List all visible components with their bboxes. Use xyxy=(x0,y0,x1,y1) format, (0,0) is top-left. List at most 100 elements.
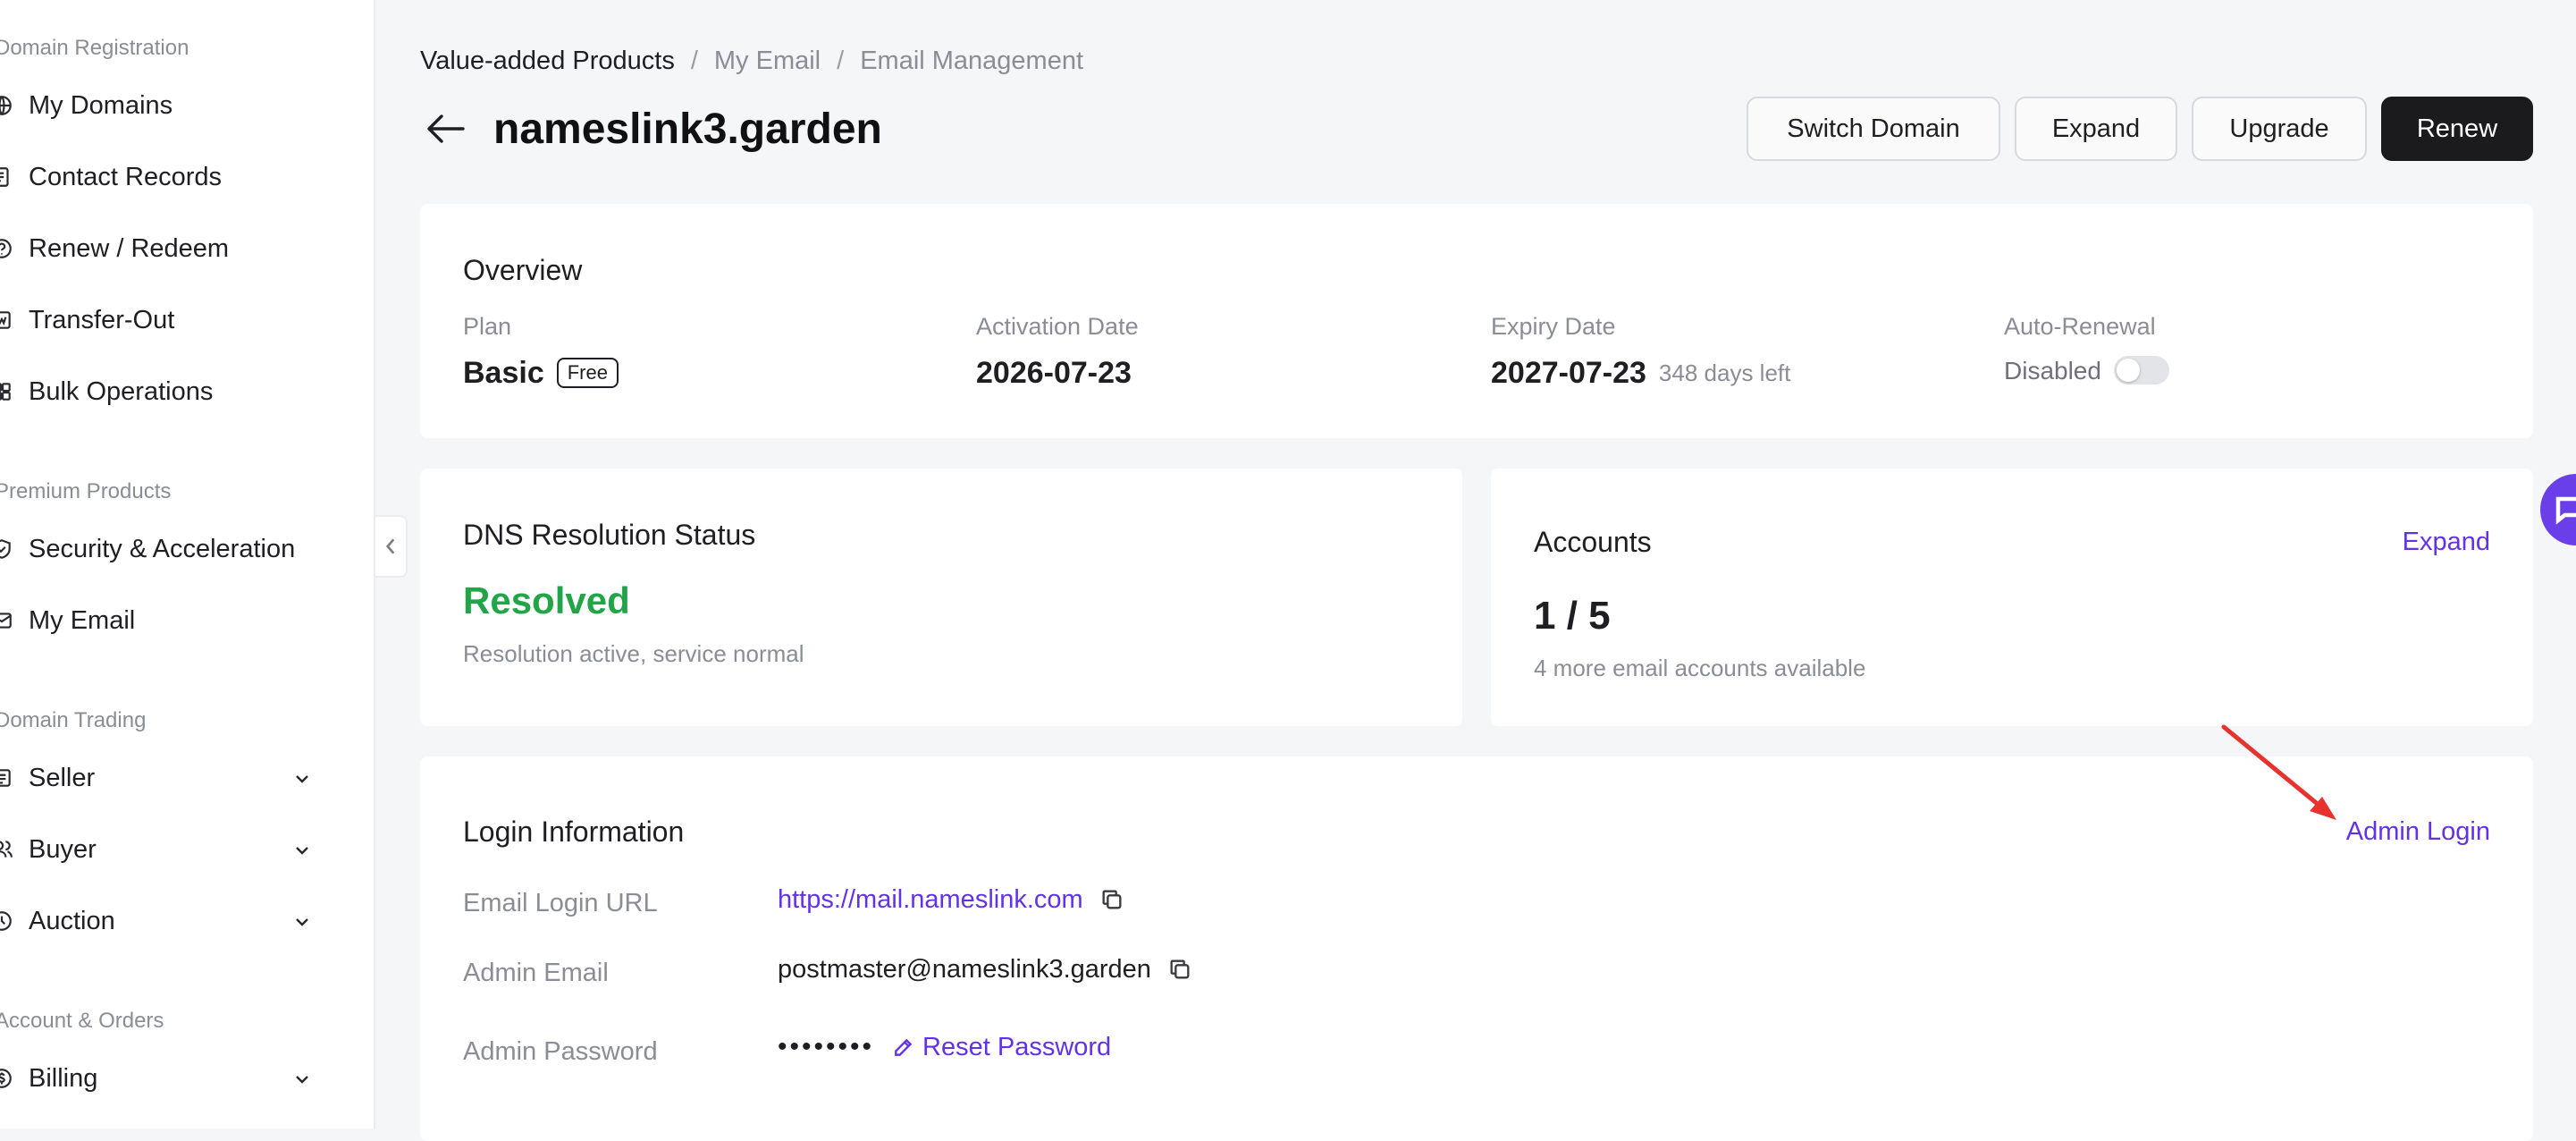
breadcrumb-separator: / xyxy=(690,46,698,75)
dns-status-description: Resolution active, service normal xyxy=(463,640,804,667)
sidebar: Domain Registration My Domains Contact R… xyxy=(0,0,375,1128)
sidebar-section-account-orders: Account & Orders xyxy=(0,1009,164,1033)
switch-domain-button[interactable]: Switch Domain xyxy=(1747,97,2000,161)
expiry-date: 2027-07-23 xyxy=(1491,356,1646,390)
admin-login-link[interactable]: Admin Login xyxy=(2346,817,2490,847)
expiry-date-value: 2027-07-23 348 days left xyxy=(1491,356,1790,391)
sidebar-item-label: Seller xyxy=(29,763,96,792)
sidebar-item-label: Billing xyxy=(29,1063,98,1093)
sidebar-item-my-domains[interactable]: My Domains xyxy=(0,79,345,132)
breadcrumb-item-value-added-products[interactable]: Value-added Products xyxy=(420,46,675,75)
admin-email-row: postmaster@nameslink3.garden xyxy=(778,955,1194,985)
accounts-expand-link[interactable]: Expand xyxy=(2403,528,2490,557)
sidebar-item-label: Buyer xyxy=(29,834,97,864)
sidebar-item-label: Contact Records xyxy=(29,162,222,191)
plan-value: Basic Free xyxy=(463,356,619,391)
chat-icon xyxy=(2555,496,2576,525)
chevron-down-icon[interactable] xyxy=(291,767,313,789)
accounts-title: Accounts xyxy=(1534,526,1652,558)
admin-password-value: •••••••• xyxy=(778,1032,875,1061)
expand-button[interactable]: Expand xyxy=(2015,97,2177,161)
admin-email-value: postmaster@nameslink3.garden xyxy=(778,955,1151,984)
email-login-url-label: Email Login URL xyxy=(463,889,658,917)
auto-renewal-label: Auto-Renewal xyxy=(2004,313,2156,340)
sidebar-item-my-email[interactable]: My Email xyxy=(0,594,345,647)
chevron-down-icon[interactable] xyxy=(291,910,313,932)
reset-password-link[interactable]: Reset Password xyxy=(892,1033,1111,1062)
dns-status-value: Resolved xyxy=(463,579,630,621)
breadcrumb: Value-added Products / My Email / Email Mana… xyxy=(420,46,1083,76)
sidebar-item-label: Security & Acceleration xyxy=(29,534,296,563)
dns-status-title: DNS Resolution Status xyxy=(463,519,756,551)
expiry-date-label: Expiry Date xyxy=(1491,313,1616,340)
login-information-card: Login Information Admin Login xyxy=(420,756,2533,1141)
sidebar-item-transfer-out[interactable]: Transfer-Out xyxy=(0,293,345,347)
chevron-down-icon[interactable] xyxy=(291,839,313,860)
sidebar-item-label: My Email xyxy=(29,605,136,635)
billing-icon xyxy=(0,1064,16,1093)
breadcrumb-separator: / xyxy=(837,46,845,75)
back-arrow-icon[interactable] xyxy=(425,111,470,147)
chevron-down-icon[interactable] xyxy=(291,1068,313,1089)
transfer-out-icon xyxy=(0,306,16,334)
upgrade-button[interactable]: Upgrade xyxy=(2192,97,2367,161)
title-row: nameslink3.garden xyxy=(425,102,882,156)
admin-password-row: •••••••• Reset Password xyxy=(778,1032,1111,1062)
accounts-card: Accounts Expand 1 / 5 4 more email accou… xyxy=(1491,469,2533,726)
grid-icon xyxy=(0,377,16,406)
chat-support-button[interactable] xyxy=(2540,474,2576,545)
edit-icon xyxy=(895,1038,913,1056)
auto-renewal-toggle[interactable] xyxy=(2113,356,2169,385)
globe-icon xyxy=(0,91,16,120)
sidebar-item-label: My Domains xyxy=(29,90,173,120)
contact-record-icon xyxy=(0,163,16,191)
sidebar-item-label: Auction xyxy=(29,906,115,935)
shield-icon xyxy=(0,535,16,563)
overview-card: Overview Plan Basic Free Activation Date … xyxy=(420,204,2533,438)
auto-renewal-value: Disabled xyxy=(2004,356,2169,385)
breadcrumb-item-my-email[interactable]: My Email xyxy=(714,46,821,75)
users-icon xyxy=(0,835,16,864)
sidebar-item-label: Bulk Operations xyxy=(29,376,214,406)
overview-title: Overview xyxy=(463,254,583,286)
email-login-url-row: https://mail.nameslink.com xyxy=(778,885,1126,915)
sidebar-item-security-acceleration[interactable]: Security & Acceleration xyxy=(0,522,345,576)
mail-icon xyxy=(0,606,16,635)
sidebar-item-label: Transfer-Out xyxy=(29,305,175,334)
sidebar-item-contact-records[interactable]: Contact Records xyxy=(0,150,345,204)
sidebar-item-bulk-operations[interactable]: Bulk Operations xyxy=(0,365,345,418)
copy-icon[interactable] xyxy=(1167,957,1194,984)
accounts-description: 4 more email accounts available xyxy=(1534,655,1866,681)
sidebar-section-domain-trading: Domain Trading xyxy=(0,708,147,732)
seller-icon xyxy=(0,764,16,792)
page-title: nameslink3.garden xyxy=(493,105,882,153)
sidebar-item-billing[interactable]: Billing xyxy=(0,1052,345,1105)
copy-icon[interactable] xyxy=(1099,887,1126,914)
sidebar-item-auction[interactable]: Auction xyxy=(0,894,345,948)
dns-status-card: DNS Resolution Status Resolved Resolutio… xyxy=(420,469,1462,726)
renew-icon xyxy=(0,234,16,263)
sidebar-item-buyer[interactable]: Buyer xyxy=(0,823,345,876)
sidebar-item-seller[interactable]: Seller xyxy=(0,751,345,805)
sidebar-collapse-button[interactable] xyxy=(375,515,408,578)
sidebar-item-renew-redeem[interactable]: Renew / Redeem xyxy=(0,222,345,275)
sidebar-section-premium-products: Premium Products xyxy=(0,479,172,503)
sidebar-item-label: Renew / Redeem xyxy=(29,233,230,263)
activation-date-label: Activation Date xyxy=(976,313,1139,340)
plan-badge: Free xyxy=(556,358,619,388)
admin-password-label: Admin Password xyxy=(463,1037,658,1066)
chevron-left-icon xyxy=(385,538,395,554)
reset-password-label: Reset Password xyxy=(922,1032,1112,1061)
plan-name: Basic xyxy=(463,356,544,390)
days-left: 348 days left xyxy=(1658,359,1791,386)
renew-button[interactable]: Renew xyxy=(2381,97,2533,161)
email-login-url-link[interactable]: https://mail.nameslink.com xyxy=(778,885,1083,915)
clock-icon xyxy=(0,907,16,935)
sidebar-section-domain-registration: Domain Registration xyxy=(0,36,189,60)
accounts-count: 1 / 5 xyxy=(1534,594,1611,638)
auto-renewal-status: Disabled xyxy=(2004,357,2101,385)
login-information-title: Login Information xyxy=(463,816,685,848)
plan-label: Plan xyxy=(463,313,512,340)
activation-date-value: 2026-07-23 xyxy=(976,356,1132,390)
breadcrumb-item-email-management: Email Management xyxy=(860,46,1084,75)
